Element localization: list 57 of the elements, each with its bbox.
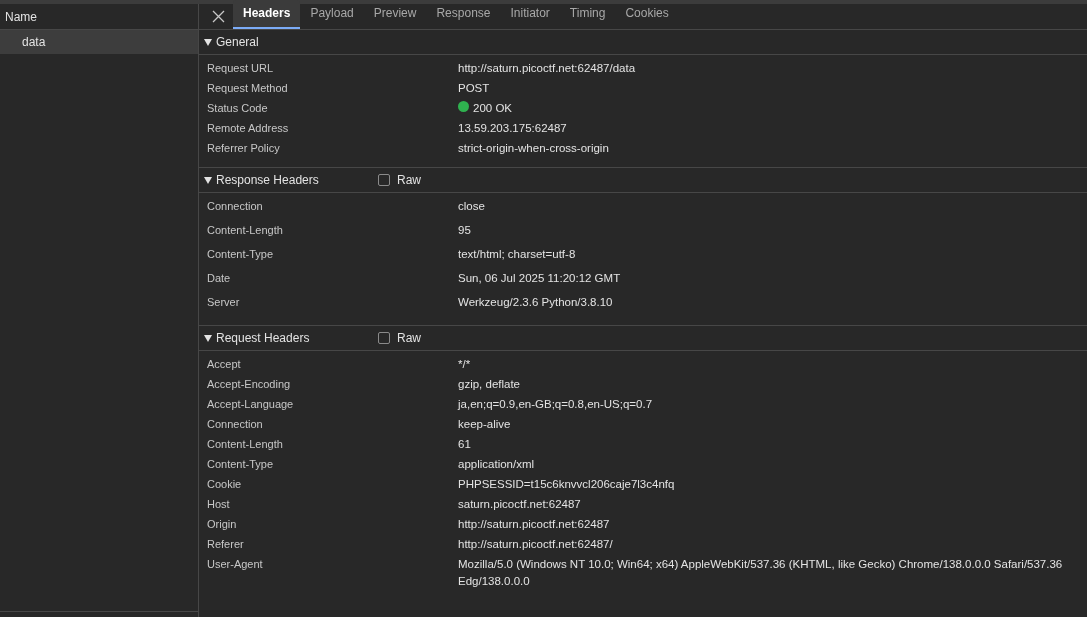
header-name: Connection — [207, 199, 264, 214]
disclosure-triangle-icon[interactable] — [204, 38, 212, 46]
header-name: Host — [207, 497, 231, 512]
section-header[interactable]: Response Headers — [204, 171, 378, 189]
tab[interactable]: Cookies — [615, 0, 679, 29]
header-name: Status Code — [207, 101, 269, 116]
header-value: Werkzeug/2.3.6 Python/3.8.10 — [458, 295, 613, 310]
header-name: Content-Type — [207, 457, 275, 472]
raw-checkbox[interactable]: Raw — [378, 171, 421, 189]
header-name: Request Method — [207, 81, 289, 96]
raw-checkbox[interactable]: Raw — [378, 329, 421, 347]
header-name: Remote Address — [207, 121, 290, 136]
tab[interactable]: Payload — [300, 0, 364, 29]
header-name: Content-Type — [207, 247, 275, 262]
header-value: Mozilla/5.0 (Windows NT 10.0; Win64; x64) AppleWebKit/537.36 (KHTML, like Gecko) Chrome/138.0.0.0 Safari/537.36 Edg/138.0.0.0 — [458, 557, 1064, 590]
header-name: Request URL — [207, 61, 275, 76]
disclosure-triangle-icon[interactable] — [204, 176, 212, 184]
section-header[interactable]: General — [204, 33, 378, 51]
header-name: Date — [207, 271, 232, 286]
header-value: keep-alive — [458, 417, 511, 432]
header-name: Accept-Language — [207, 397, 295, 412]
disclosure-triangle-icon[interactable] — [204, 334, 212, 342]
header-name: Cookie — [207, 477, 243, 492]
header-name: Origin — [207, 517, 238, 532]
header-value: 13.59.203.175:62487 — [458, 121, 567, 136]
tab[interactable]: Initiator — [500, 0, 560, 29]
section-header[interactable]: Request Headers — [204, 329, 378, 347]
header-value: http://saturn.picoctf.net:62487/data — [458, 61, 636, 76]
header-value: PHPSESSID=t15c6knvvcl206caje7l3c4nfq — [458, 477, 675, 492]
tab[interactable]: Response — [426, 0, 501, 29]
header-name: Content-Length — [207, 437, 284, 452]
header-value: text/html; charset=utf-8 — [458, 247, 576, 262]
header-name: Accept-Encoding — [207, 377, 292, 392]
header-value: */* — [458, 357, 471, 372]
header-value: gzip, deflate — [458, 377, 520, 392]
header-value: 61 — [458, 437, 471, 452]
header-value: http://saturn.picoctf.net:62487 — [458, 517, 610, 532]
header-value: 200 OK — [473, 101, 512, 116]
header-value: Sun, 06 Jul 2025 11:20:12 GMT — [458, 271, 621, 286]
header-name: Accept — [207, 357, 242, 372]
header-name: Referer — [207, 537, 245, 552]
request-row[interactable]: data — [0, 30, 198, 54]
header-value: strict-origin-when-cross-origin — [458, 141, 609, 156]
header-name: User-Agent — [207, 557, 264, 572]
header-value: http://saturn.picoctf.net:62487/ — [458, 537, 613, 552]
header-name: Content-Length — [207, 223, 284, 238]
header-name: Server — [207, 295, 241, 310]
tab[interactable]: Timing — [559, 0, 616, 29]
header-value: 95 — [458, 223, 471, 238]
header-name: Connection — [207, 417, 264, 432]
header-value: ja,en;q=0.9,en-GB;q=0.8,en-US;q=0.7 — [458, 397, 653, 412]
tab[interactable]: Preview — [363, 0, 427, 29]
header-value: close — [458, 199, 485, 214]
header-value: saturn.picoctf.net:62487 — [458, 497, 581, 512]
header-value: POST — [458, 81, 490, 96]
header-value: application/xml — [458, 457, 535, 472]
header-name: Referrer Policy — [207, 141, 281, 156]
